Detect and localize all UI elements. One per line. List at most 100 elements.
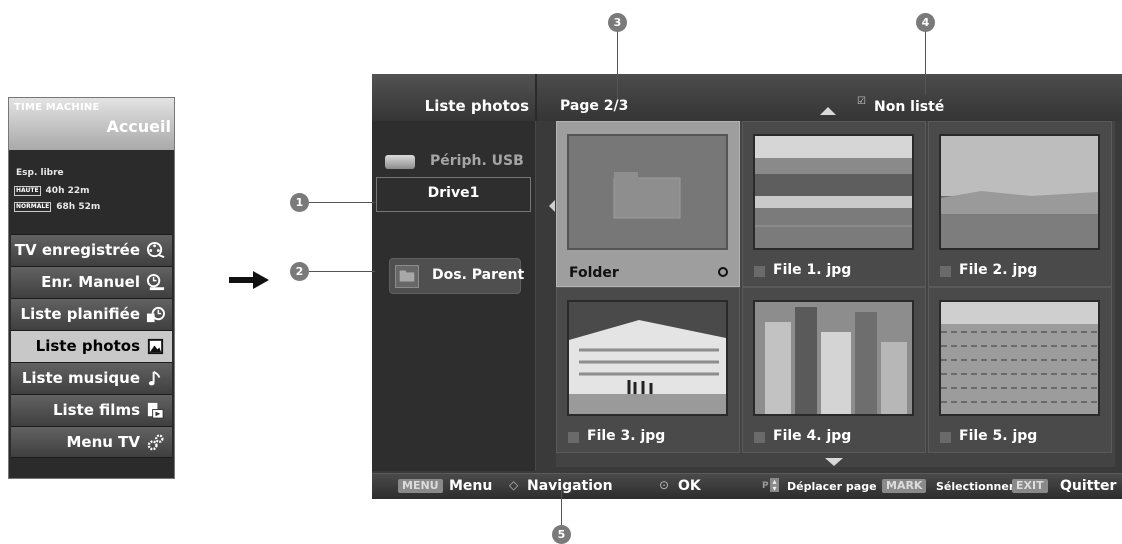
callout-leader xyxy=(561,487,562,527)
scroll-up-icon[interactable] xyxy=(820,107,836,115)
photo-list-screen: Liste photos Périph. USB Drive1 Dos. Par… xyxy=(372,74,1122,499)
callout-leader xyxy=(617,30,618,99)
folder-thumbnail xyxy=(567,134,728,250)
menu-item-label: Liste musique xyxy=(21,369,140,387)
navigation-label: Navigation xyxy=(527,478,613,494)
menu-item-label: Liste films xyxy=(52,401,140,419)
menu-item-label: Menu TV xyxy=(66,433,140,451)
select-label: Sélectionner xyxy=(936,480,1015,493)
drive-item[interactable]: Drive1 xyxy=(376,177,531,212)
tile-checkbox[interactable] xyxy=(754,266,765,277)
photo-thumbnail xyxy=(753,134,914,250)
menu-item-label: Liste planifiée xyxy=(20,305,140,323)
quality-badge: NORMALE xyxy=(14,202,52,212)
quality-time: 40h 22m xyxy=(45,186,90,196)
photo-thumbnail xyxy=(939,134,1100,250)
tile-checkbox[interactable] xyxy=(940,266,951,277)
callout-1: 1 xyxy=(290,193,309,212)
manual-record-icon xyxy=(146,273,165,291)
scroll-down-icon[interactable] xyxy=(825,458,843,466)
callout-5: 5 xyxy=(552,525,571,544)
folder-icon xyxy=(613,172,681,219)
tile-name: File 5. jpg xyxy=(959,428,1038,444)
callout-4: 4 xyxy=(916,13,935,32)
photo-tile[interactable]: File 1. jpg xyxy=(742,121,926,287)
recorded-tv-icon xyxy=(146,241,165,259)
quality-row-high: HAUTE 40h 22m xyxy=(14,186,90,196)
quality-badge: HAUTE xyxy=(14,186,41,196)
city-aerial-photo xyxy=(941,302,1098,414)
parent-folder-label: Dos. Parent xyxy=(432,267,525,283)
stadium-photo xyxy=(755,136,912,248)
menu-item-schedule-list[interactable]: Liste planifiée xyxy=(11,298,172,330)
navigation-pad-icon: ◇ xyxy=(509,478,519,492)
screen-title-bar: Liste photos xyxy=(372,74,537,121)
page-key[interactable]: P xyxy=(762,481,769,491)
free-space-label: Esp. libre xyxy=(16,168,64,178)
tile-name: File 1. jpg xyxy=(773,262,852,278)
menu-item-label: Liste photos xyxy=(35,337,140,355)
callout-2: 2 xyxy=(290,262,309,281)
movie-list-icon xyxy=(147,402,164,419)
ok-button-icon: ⊙ xyxy=(659,478,670,492)
selected-dot-icon xyxy=(718,267,728,277)
callout-3: 3 xyxy=(608,13,627,32)
menu-label: Menu xyxy=(449,478,493,494)
unlisted-label: Non listé xyxy=(874,99,945,115)
scroll-left-icon[interactable] xyxy=(549,200,555,212)
exit-key[interactable]: EXIT xyxy=(1012,479,1048,493)
menu-key[interactable]: MENU xyxy=(398,479,443,493)
device-panel xyxy=(372,121,536,471)
menu-item-label: Enr. Manuel xyxy=(41,273,140,291)
menu-item-tv-menu[interactable]: Menu TV xyxy=(11,426,172,458)
quit-label: Quitter xyxy=(1060,478,1117,494)
ok-label: OK xyxy=(678,478,701,494)
parent-folder-icon xyxy=(395,265,419,288)
music-note-icon xyxy=(148,370,161,386)
page-indicator: Page 2/3 xyxy=(560,98,629,114)
callout-leader xyxy=(309,202,375,203)
photo-tile[interactable]: File 3. jpg xyxy=(556,287,740,453)
bottom-help-bar: MENU Menu ◇ Navigation ⊙ OK P ▴ ▾ Déplace… xyxy=(372,473,1122,499)
mark-key[interactable]: MARK xyxy=(882,479,927,493)
parent-folder-button[interactable]: Dos. Parent xyxy=(389,258,525,294)
callout-leader xyxy=(925,30,926,95)
tile-checkbox[interactable] xyxy=(754,432,765,443)
photo-tile[interactable]: File 5. jpg xyxy=(928,287,1112,453)
screen-title: Liste photos xyxy=(424,97,529,115)
tile-checkbox[interactable] xyxy=(940,432,951,443)
menu-item-label: TV enregistrée xyxy=(14,241,140,259)
skyscrapers-photo xyxy=(755,302,912,414)
quality-time: 68h 52m xyxy=(56,202,101,212)
home-title: Accueil xyxy=(106,117,171,136)
thumbnail-grid: Folder File 1. jpg File 2. jpg File 3. j… xyxy=(556,121,1115,467)
time-machine-panel: TIME MACHINE Accueil Esp. libre HAUTE 40h… xyxy=(8,97,175,479)
settings-gears-icon xyxy=(147,434,164,451)
page-move-label: Déplacer page xyxy=(787,480,877,493)
tile-name: File 3. jpg xyxy=(587,428,666,444)
menu-item-recorded-tv[interactable]: TV enregistrée xyxy=(11,234,172,266)
quality-row-normal: NORMALE 68h 52m xyxy=(14,202,100,212)
coast-photo xyxy=(941,136,1098,248)
tile-checkbox[interactable] xyxy=(568,432,579,443)
photo-thumbnail xyxy=(567,300,728,416)
checkbox-icon: ☑ xyxy=(857,96,866,107)
photo-thumbnail xyxy=(939,300,1100,416)
time-machine-header: TIME MACHINE Accueil xyxy=(9,98,174,150)
menu-item-photo-list[interactable]: Liste photos xyxy=(11,330,172,362)
menu-item-movie-list[interactable]: Liste films xyxy=(11,394,172,426)
page-updown-icon: ▴ ▾ xyxy=(770,478,779,493)
photo-tile[interactable]: File 4. jpg xyxy=(742,287,926,453)
schedule-list-icon xyxy=(146,306,165,323)
photo-list-icon xyxy=(147,338,164,355)
photo-thumbnail xyxy=(753,300,914,416)
tile-name: File 2. jpg xyxy=(959,262,1038,278)
menu-item-manual-record[interactable]: Enr. Manuel xyxy=(11,266,172,298)
tile-name: File 4. jpg xyxy=(773,428,852,444)
tile-name: Folder xyxy=(569,265,619,281)
drive-label: Drive1 xyxy=(427,185,480,201)
photo-tile[interactable]: File 2. jpg xyxy=(928,121,1112,287)
menu-item-music-list[interactable]: Liste musique xyxy=(11,362,172,394)
folder-tile[interactable]: Folder xyxy=(556,121,740,287)
time-machine-brand: TIME MACHINE xyxy=(14,102,100,113)
